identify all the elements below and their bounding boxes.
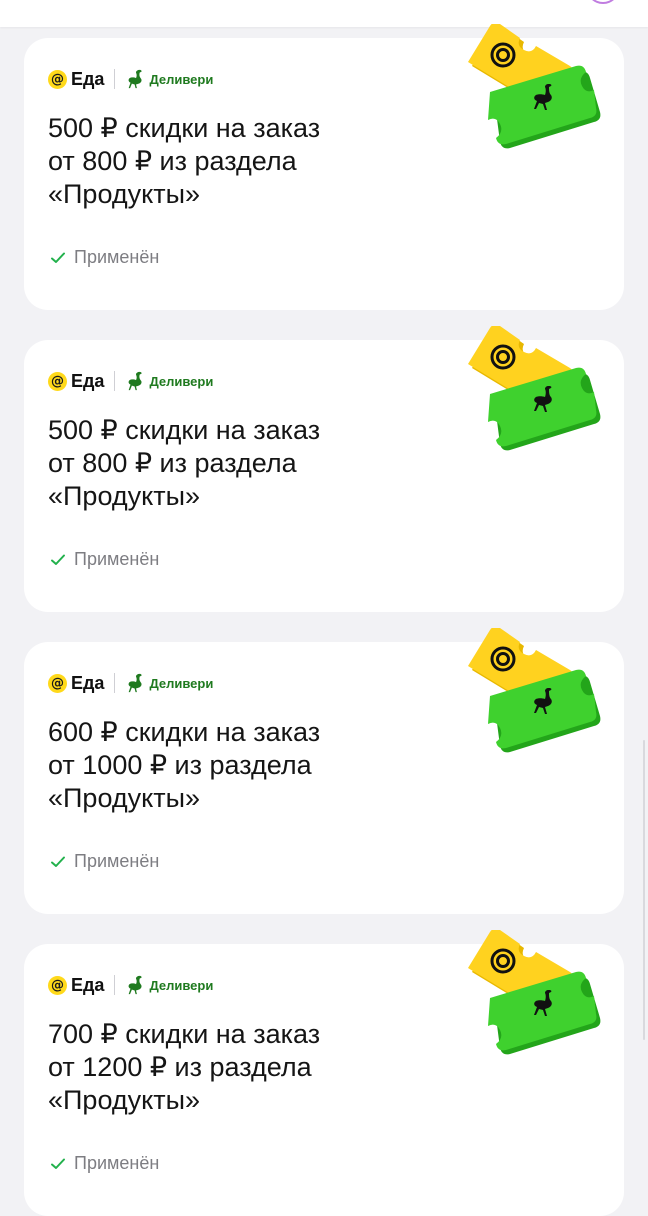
status-row: Применён	[50, 247, 159, 268]
offer-title-line: «Продукты»	[48, 783, 201, 813]
offer-title-line: «Продукты»	[48, 1085, 201, 1115]
ostrich-logo-icon	[129, 371, 143, 391]
offer-title: 600 ₽ скидки на заказ от 1000 ₽ из разде…	[48, 716, 408, 815]
status-applied-label: Применён	[74, 851, 160, 871]
promo-tickets-illustration	[468, 628, 601, 753]
offer-card[interactable]: @ Еда Деливери 600 ₽ скидки на заказ от …	[24, 628, 624, 914]
eda-brand-label: Еда	[71, 370, 105, 391]
brand-divider	[114, 673, 116, 693]
offer-title-line: 500 ₽ скидки на заказ	[48, 113, 321, 143]
offer-title-line: 700 ₽ скидки на заказ	[48, 1019, 321, 1049]
delivery-brand-label: Деливери	[149, 373, 214, 389]
profile-avatar-ring[interactable]	[586, 0, 620, 4]
ostrich-logo-icon	[129, 975, 143, 995]
eda-brand-label: Еда	[71, 68, 105, 89]
promo-tickets-illustration	[468, 326, 601, 451]
offer-title-line: от 1000 ₽ из раздела	[48, 750, 312, 780]
brand-row: @ Еда Деливери	[48, 972, 213, 998]
eda-logo-icon: @	[48, 371, 67, 391]
check-icon	[51, 856, 65, 867]
ostrich-logo-icon	[129, 673, 143, 693]
scrollbar[interactable]	[643, 740, 645, 1040]
offer-card[interactable]: @ Еда Деливери 500 ₽ скидки на заказ от …	[24, 326, 624, 612]
offer-title-line: от 800 ₽ из раздела	[48, 146, 297, 176]
brand-divider	[114, 975, 116, 995]
ostrich-logo-icon	[129, 69, 143, 89]
top-bar	[0, 0, 648, 27]
status-applied-label: Применён	[74, 549, 160, 569]
delivery-brand-label: Деливери	[149, 675, 214, 691]
delivery-brand-label: Деливери	[149, 977, 214, 993]
offer-title-line: от 1200 ₽ из раздела	[48, 1052, 312, 1082]
status-row: Применён	[50, 549, 159, 570]
check-icon	[51, 252, 65, 263]
eda-logo-icon: @	[48, 975, 67, 995]
brand-divider	[114, 69, 116, 89]
offer-title: 500 ₽ скидки на заказ от 800 ₽ из раздел…	[48, 414, 408, 513]
brand-divider	[114, 371, 116, 391]
status-row: Применён	[50, 851, 159, 872]
check-icon	[51, 554, 65, 565]
promo-tickets-illustration	[468, 930, 601, 1055]
eda-logo-icon: @	[48, 69, 67, 89]
eda-brand-label: Еда	[71, 974, 105, 995]
status-row: Применён	[50, 1153, 159, 1174]
brand-row: @ Еда Деливери	[48, 670, 213, 696]
delivery-brand-label: Деливери	[149, 71, 214, 87]
offer-title: 500 ₽ скидки на заказ от 800 ₽ из раздел…	[48, 112, 408, 211]
status-applied-label: Применён	[74, 1153, 160, 1173]
brand-row: @ Еда Деливери	[48, 66, 213, 92]
status-applied-label: Применён	[74, 247, 160, 267]
offer-card[interactable]: @ Еда Деливери 700 ₽ скидки на заказ от …	[24, 930, 624, 1216]
promo-tickets-illustration	[468, 24, 601, 149]
eda-brand-label: Еда	[71, 672, 105, 693]
offer-card[interactable]: @ Еда Деливери 500 ₽ скидки на заказ от …	[24, 24, 624, 310]
offer-title-line: 500 ₽ скидки на заказ	[48, 415, 321, 445]
brand-row: @ Еда Деливери	[48, 368, 213, 394]
check-icon	[51, 1158, 65, 1169]
offer-title: 700 ₽ скидки на заказ от 1200 ₽ из разде…	[48, 1018, 408, 1117]
eda-logo-icon: @	[48, 673, 67, 693]
offer-title-line: 600 ₽ скидки на заказ	[48, 717, 321, 747]
offer-title-line: «Продукты»	[48, 179, 201, 209]
offer-title-line: «Продукты»	[48, 481, 201, 511]
offer-title-line: от 800 ₽ из раздела	[48, 448, 297, 478]
